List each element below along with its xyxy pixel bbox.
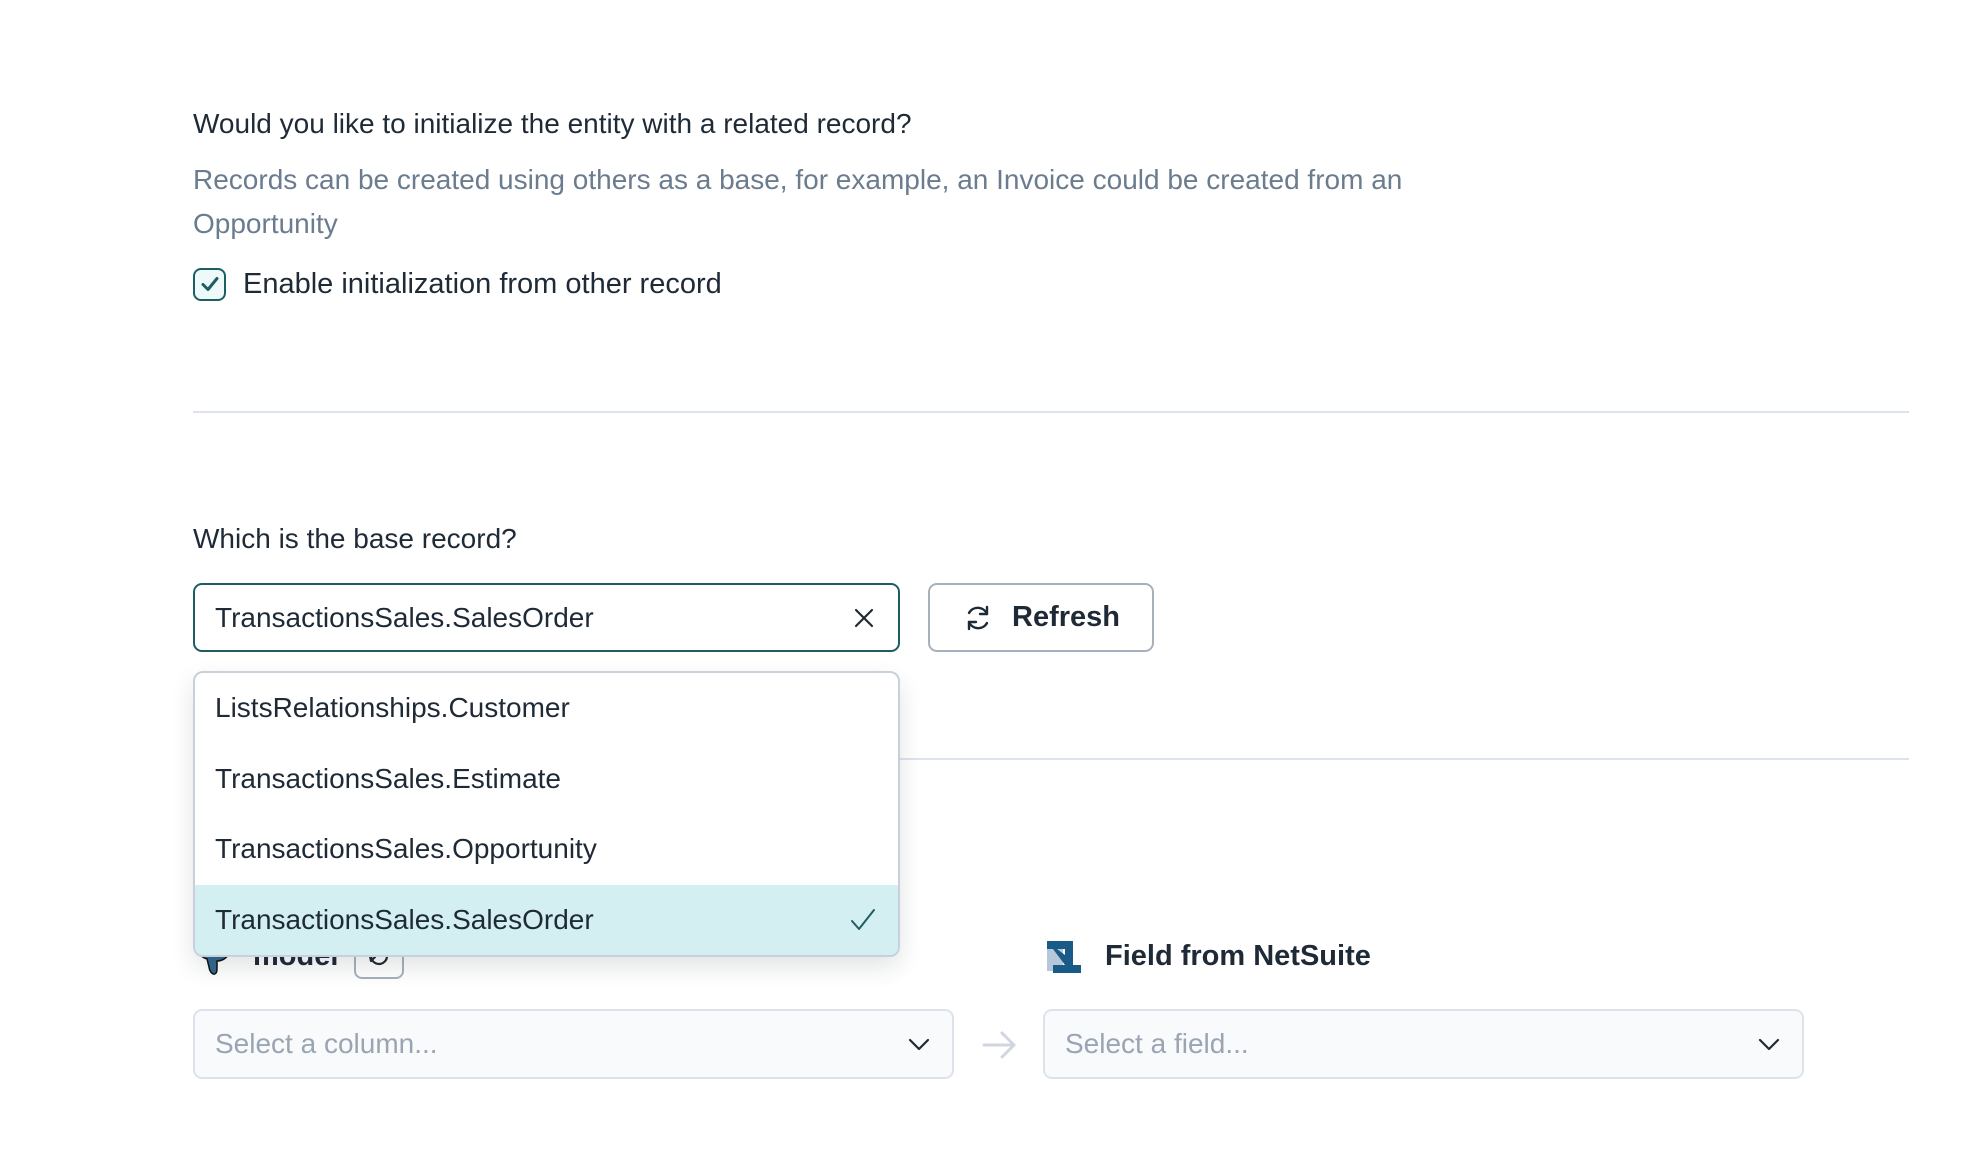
refresh-icon	[967, 605, 989, 630]
netsuite-field-header: Field from NetSuite	[1045, 934, 1371, 978]
check-icon	[851, 908, 875, 930]
init-heading: Would you like to initialize the entity …	[193, 108, 912, 139]
column-select[interactable]: Select a column...	[193, 1009, 954, 1079]
dropdown-option[interactable]: ListsRelationships.Customer	[195, 673, 898, 744]
netsuite-field-select[interactable]: Select a field...	[1043, 1009, 1804, 1079]
netsuite-field-label: Field from NetSuite	[1105, 939, 1371, 972]
netsuite-icon	[1047, 941, 1081, 973]
option-label: TransactionsSales.Estimate	[215, 762, 561, 794]
field-select-placeholder: Select a field...	[1065, 1028, 1249, 1059]
refresh-button[interactable]: Refresh	[928, 583, 1154, 652]
section-divider	[193, 411, 1909, 413]
chevron-down-icon	[908, 1038, 930, 1051]
base-record-combobox[interactable]: TransactionsSales.SalesOrder	[193, 583, 900, 652]
column-select-placeholder: Select a column...	[215, 1028, 438, 1059]
base-record-heading: Which is the base record?	[193, 523, 517, 554]
base-record-value[interactable]: TransactionsSales.SalesOrder	[215, 602, 850, 634]
enable-initialization-checkbox[interactable]	[193, 267, 226, 301]
refresh-button-label: Refresh	[1012, 601, 1120, 633]
init-description: Records can be created using others as a…	[193, 164, 1403, 239]
dropdown-option[interactable]: TransactionsSales.Estimate	[195, 744, 898, 815]
dropdown-option-selected[interactable]: TransactionsSales.SalesOrder	[195, 884, 898, 955]
base-record-dropdown: ListsRelationships.Customer Transactions…	[193, 671, 900, 957]
close-icon[interactable]	[850, 604, 878, 632]
option-label: TransactionsSales.SalesOrder	[215, 903, 594, 935]
arrow-right-icon	[982, 1031, 1016, 1059]
chevron-down-icon	[1758, 1038, 1780, 1051]
option-label: TransactionsSales.Opportunity	[215, 833, 597, 865]
option-label: ListsRelationships.Customer	[215, 692, 570, 724]
enable-initialization-checkbox-row[interactable]: Enable initialization from other record	[193, 265, 722, 303]
dropdown-option[interactable]: TransactionsSales.Opportunity	[195, 814, 898, 885]
enable-initialization-label: Enable initialization from other record	[243, 267, 722, 300]
checkmark-icon	[201, 277, 218, 291]
